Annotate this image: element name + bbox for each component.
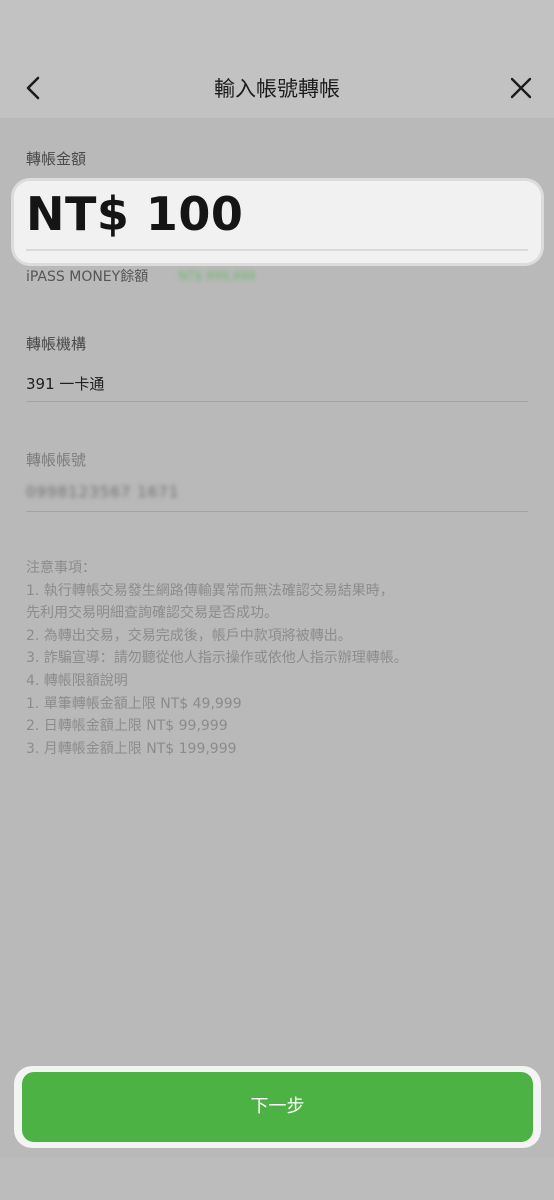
note-line: 注意事項： — [26, 560, 96, 576]
notes-section: 注意事項： 1. 執行轉帳交易發生網路傳輸異常而無法確認交易結果時， 先利用交易… — [26, 557, 536, 760]
institution-field[interactable]: 391 一卡通 — [26, 373, 104, 394]
balance-label: iPASS MONEY餘額 — [26, 269, 149, 285]
amount-input-card[interactable]: NT$ 100 — [14, 181, 541, 263]
balance-value: NT$ 999,999 — [178, 269, 256, 283]
institution-divider — [26, 401, 528, 402]
account-field[interactable]: 0998123567 1671 — [26, 483, 179, 501]
close-icon — [510, 77, 532, 99]
note-line: 先利用交易明細查詢確認交易是否成功。 — [26, 605, 278, 622]
account-divider — [26, 511, 528, 512]
note-line: 2. 日轉帳金額上限 NT$ 99,999 — [26, 718, 228, 735]
header-bar: 輸入帳號轉帳 — [0, 0, 554, 118]
bottom-strip — [0, 1158, 554, 1200]
note-line: 1. 單筆轉帳金額上限 NT$ 49,999 — [26, 695, 242, 712]
next-button-highlight: 下一步 — [14, 1066, 541, 1148]
note-line: 3. 月轉帳金額上限 NT$ 199,999 — [26, 740, 237, 757]
balance-row: iPASS MONEY餘額 NT$ 999,999 — [26, 266, 256, 286]
amount-label: 轉帳金額 — [26, 150, 87, 168]
page-title: 輸入帳號轉帳 — [214, 77, 340, 101]
note-line: 4. 轉帳限額說明 — [26, 672, 128, 689]
note-line: 3. 詐騙宣導：請勿聽從他人指示操作或依他人指示辦理轉帳。 — [26, 650, 408, 667]
note-line: 2. 為轉出交易，交易完成後，帳戶中款項將被轉出。 — [26, 627, 352, 644]
close-button[interactable] — [504, 70, 538, 106]
account-label: 轉帳帳號 — [26, 451, 87, 469]
amount-underline — [26, 249, 528, 251]
institution-label: 轉帳機構 — [26, 335, 87, 353]
note-line: 1. 執行轉帳交易發生網路傳輸異常而無法確認交易結果時， — [26, 582, 394, 599]
next-button[interactable]: 下一步 — [22, 1072, 533, 1142]
amount-input[interactable]: NT$ 100 — [26, 187, 243, 241]
